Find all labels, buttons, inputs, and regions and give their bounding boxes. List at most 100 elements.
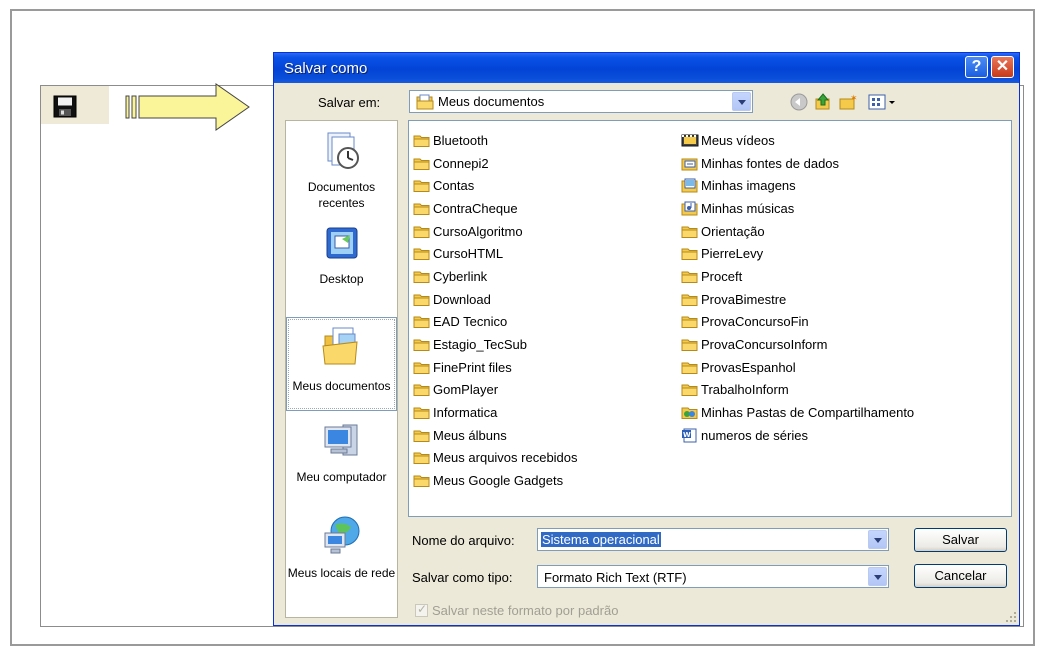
list-item[interactable]: Minhas Pastas de Compartilhamento (681, 401, 914, 424)
close-button[interactable]: ✕ (991, 56, 1014, 78)
filetype-value: Formato Rich Text (RTF) (544, 570, 687, 585)
list-item[interactable]: Estagio_TecSub (413, 333, 578, 356)
list-item[interactable]: ProvaBimestre (681, 288, 914, 311)
folder-name: FinePrint files (433, 359, 512, 375)
folder-name: GomPlayer (433, 382, 499, 398)
place-desktop[interactable]: Desktop (286, 225, 397, 303)
save-button[interactable]: Salvar (914, 528, 1007, 552)
folder-name: Minhas músicas (701, 200, 795, 216)
my-documents-small-icon (416, 94, 434, 110)
folder-name: ProvasEspanhol (701, 359, 796, 375)
list-item[interactable]: TrabalhoInform (681, 379, 914, 402)
place-network[interactable]: Meus locais de rede (286, 513, 397, 615)
resize-grip-icon[interactable] (1005, 611, 1017, 623)
list-item[interactable]: CursoHTML (413, 242, 578, 265)
filetype-dropdown[interactable]: Formato Rich Text (RTF) (537, 565, 889, 588)
list-item[interactable]: Meus Google Gadgets (413, 469, 578, 492)
chevron-down-icon[interactable] (868, 567, 887, 586)
folder-name: ProvaConcursoInform (701, 337, 828, 353)
list-item[interactable]: ProvaConcursoInform (681, 333, 914, 356)
place-my-documents[interactable]: Meus documentos (286, 317, 397, 411)
my-computer-icon (324, 424, 357, 456)
list-item[interactable]: PierreLevy (681, 242, 914, 265)
folder-icon (413, 269, 431, 284)
look-in-dropdown[interactable]: Meus documentos (409, 90, 753, 113)
list-item[interactable]: Proceft (681, 265, 914, 288)
folder-icon (681, 269, 699, 284)
music-folder-icon (681, 201, 699, 216)
file-name: numeros de séries (701, 427, 808, 443)
new-folder-icon[interactable]: ✶ (838, 93, 858, 114)
network-places-icon (324, 516, 359, 554)
place-my-computer[interactable]: Meu computador (286, 419, 397, 509)
chevron-down-icon[interactable] (868, 530, 887, 549)
place-label: Desktop (319, 272, 364, 286)
folder-name: Estagio_TecSub (433, 337, 527, 353)
filename-label: Nome do arquivo: (412, 533, 515, 548)
list-item[interactable]: Informatica (413, 401, 578, 424)
list-item[interactable]: Cyberlink (413, 265, 578, 288)
list-item[interactable]: Meus arquivos recebidos (413, 447, 578, 470)
shared-folder-icon (681, 405, 699, 420)
folder-name: Download (433, 291, 491, 307)
folder-icon (681, 224, 699, 239)
dialog-title: Salvar como (284, 60, 368, 77)
view-menu-icon[interactable] (868, 93, 898, 114)
folder-name: CursoAlgoritmo (433, 223, 523, 239)
folder-name: Informatica (433, 405, 498, 421)
my-documents-icon (321, 327, 358, 365)
folder-icon (681, 337, 699, 352)
word-document-icon: W (681, 428, 699, 443)
place-recent-documents[interactable]: Documentos recentes (286, 129, 397, 219)
default-format-checkbox[interactable]: Salvar neste formato por padrão (415, 602, 619, 618)
list-item[interactable]: ContraCheque (413, 197, 578, 220)
list-item[interactable]: FinePrint files (413, 356, 578, 379)
list-item[interactable]: Meus álbuns (413, 424, 578, 447)
filename-field[interactable]: Sistema operacional (537, 528, 889, 551)
list-item[interactable]: ProvasEspanhol (681, 356, 914, 379)
list-item[interactable]: Orientação (681, 220, 914, 243)
list-item[interactable]: Bluetooth (413, 129, 578, 152)
folder-name: EAD Tecnico (433, 314, 508, 330)
list-item[interactable]: Minhas fontes de dados (681, 152, 914, 175)
folder-name: Orientação (701, 223, 765, 239)
folder-name: Minhas fontes de dados (701, 155, 840, 171)
folder-icon (413, 428, 431, 443)
list-item[interactable]: Contas (413, 174, 578, 197)
checkbox-icon[interactable] (415, 602, 428, 617)
filename-value: Sistema operacional (541, 532, 661, 547)
divider-left (40, 85, 41, 626)
list-item[interactable]: Minhas músicas (681, 197, 914, 220)
file-column-left: Bluetooth Connepi2 Contas ContraCheque C… (413, 129, 578, 492)
list-item[interactable]: CursoAlgoritmo (413, 220, 578, 243)
title-bar[interactable]: Salvar como ? ✕ (274, 53, 1019, 83)
recent-documents-icon (327, 132, 359, 169)
place-label: Meus locais de rede (287, 566, 396, 580)
list-item[interactable]: Download (413, 288, 578, 311)
folder-icon (681, 382, 699, 397)
list-item[interactable]: Wnumeros de séries (681, 424, 914, 447)
list-item[interactable]: Minhas imagens (681, 174, 914, 197)
cancel-button[interactable]: Cancelar (914, 564, 1007, 588)
list-item[interactable]: ProvaConcursoFin (681, 311, 914, 334)
pictures-folder-icon (681, 178, 699, 193)
filetype-label: Salvar como tipo: (412, 570, 513, 585)
folder-name: Meus arquivos recebidos (433, 450, 578, 466)
list-item[interactable]: Meus vídeos (681, 129, 914, 152)
list-item[interactable]: GomPlayer (413, 379, 578, 402)
help-button[interactable]: ? (965, 56, 988, 78)
up-folder-icon[interactable] (814, 93, 832, 114)
folder-name: Contas (433, 178, 475, 194)
list-item[interactable]: Connepi2 (413, 152, 578, 175)
floppy-disk-icon[interactable] (53, 95, 79, 119)
file-list[interactable]: Bluetooth Connepi2 Contas ContraCheque C… (408, 120, 1012, 517)
default-format-label: Salvar neste formato por padrão (432, 603, 619, 618)
folder-name: Meus álbuns (433, 427, 507, 443)
look-in-label: Salvar em: (318, 95, 381, 110)
list-item[interactable]: EAD Tecnico (413, 311, 578, 334)
desktop-icon (326, 227, 357, 259)
folder-name: Meus Google Gadgets (433, 473, 564, 489)
chevron-down-icon[interactable] (732, 92, 751, 111)
video-folder-icon (681, 133, 699, 148)
back-icon[interactable] (790, 93, 808, 114)
